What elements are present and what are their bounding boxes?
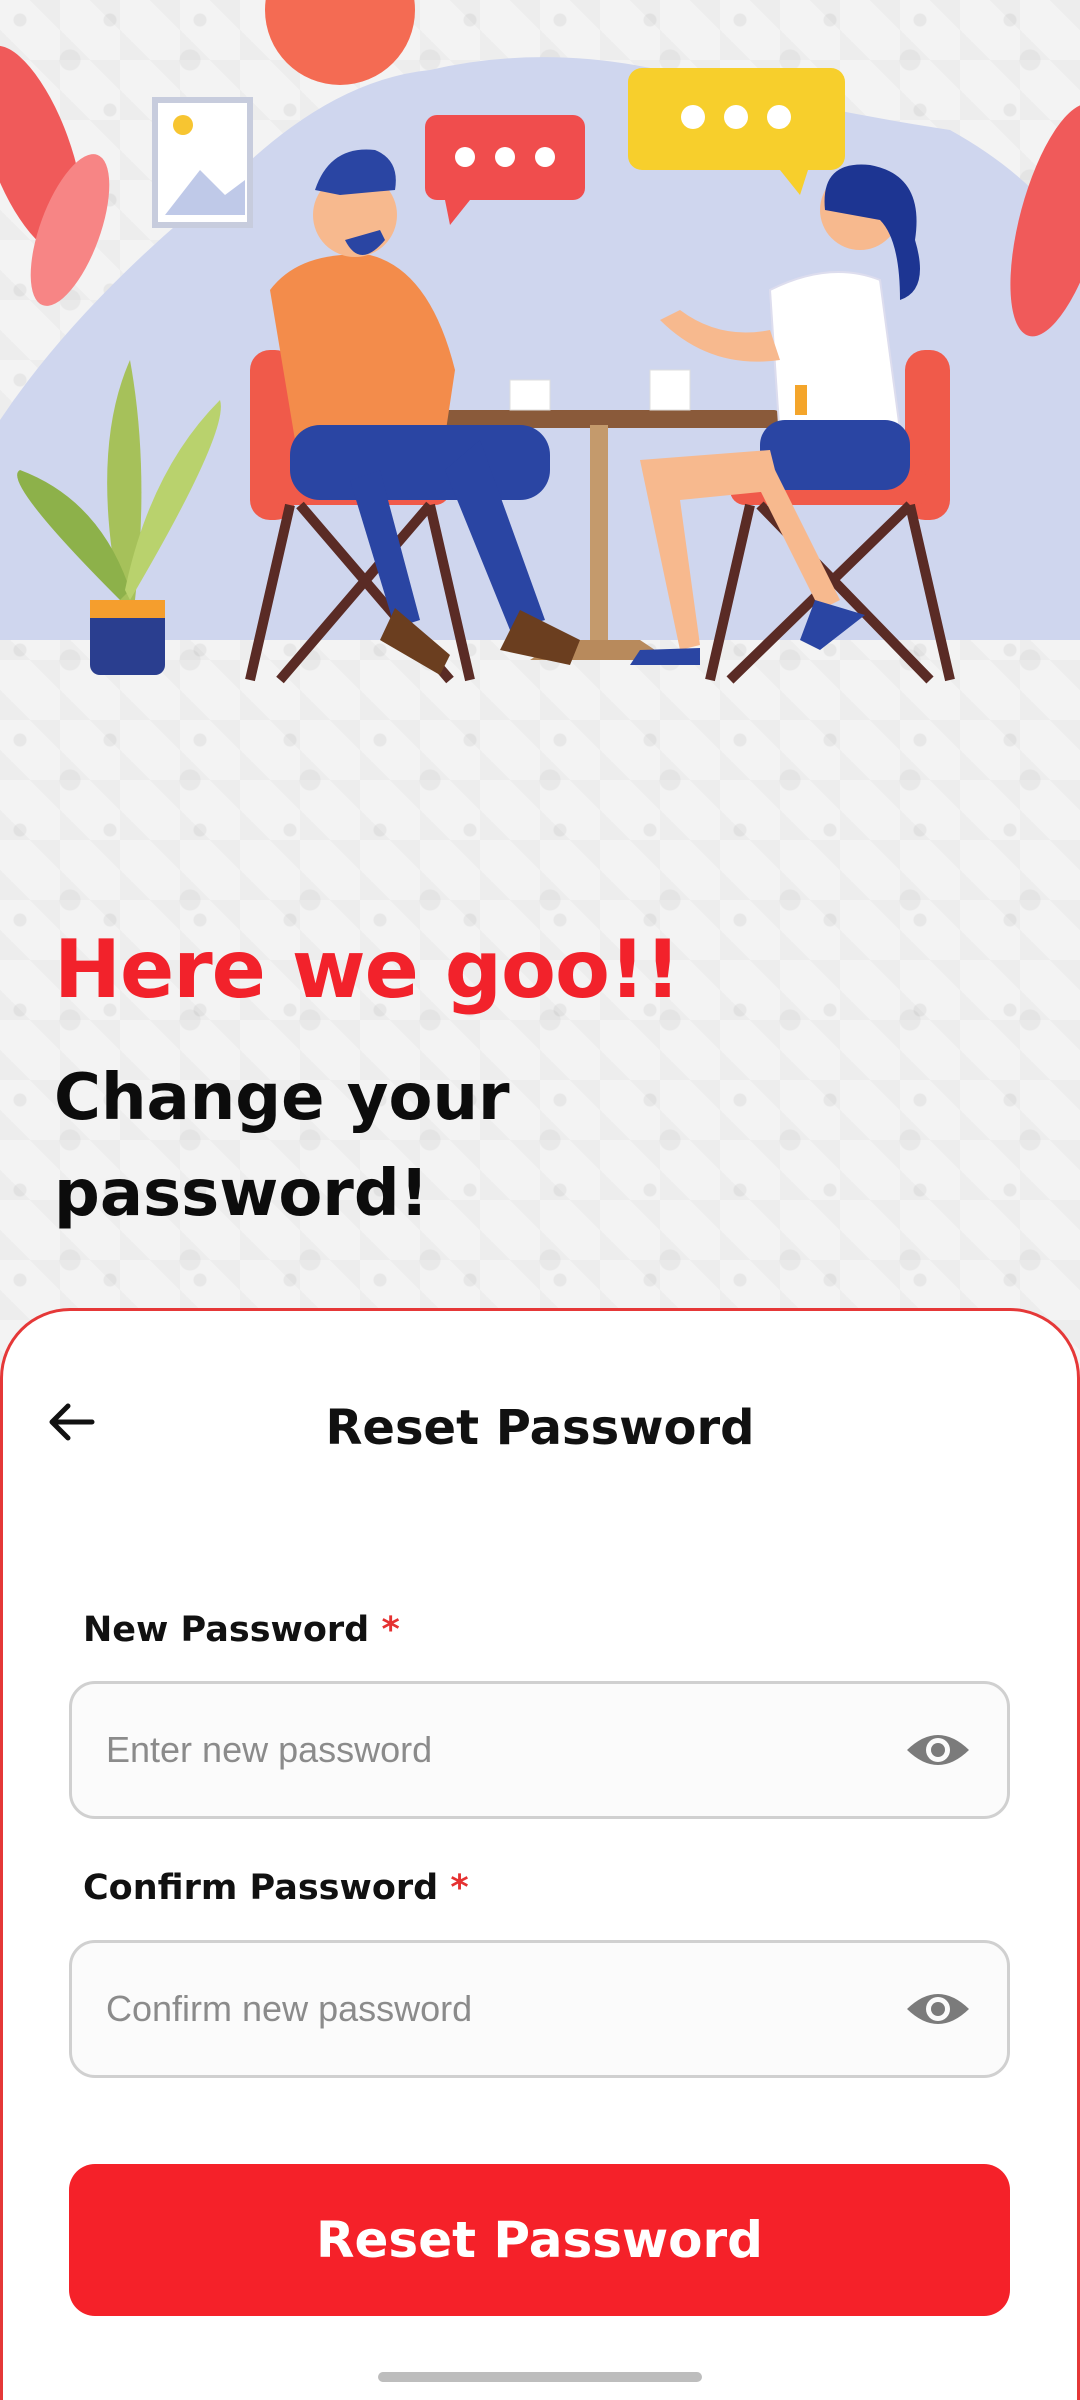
new-password-label: New Password *	[83, 1610, 400, 1650]
new-password-label-text: New Password	[83, 1610, 370, 1650]
subheadline: Change your password!	[54, 1061, 510, 1231]
new-password-input[interactable]	[72, 1684, 903, 1816]
required-mark: *	[450, 1868, 469, 1908]
confirm-password-input[interactable]	[72, 1943, 903, 2075]
new-password-field	[69, 1681, 1010, 1819]
home-indicator[interactable]	[378, 2372, 702, 2382]
eye-icon	[907, 1994, 969, 2024]
required-mark: *	[381, 1610, 400, 1650]
eye-icon	[907, 1735, 969, 1765]
reset-password-button[interactable]: Reset Password	[69, 2164, 1010, 2316]
confirm-password-label: Confirm Password *	[83, 1868, 469, 1908]
confirm-password-label-text: Confirm Password	[83, 1868, 439, 1908]
headline: Here we goo!!	[54, 923, 681, 1016]
confirm-password-field	[69, 1940, 1010, 2078]
toggle-new-password-visibility[interactable]	[903, 1715, 973, 1785]
hero-illustration	[0, 0, 1080, 684]
toggle-confirm-password-visibility[interactable]	[903, 1974, 973, 2044]
sheet-title: Reset Password	[325, 1400, 755, 1456]
